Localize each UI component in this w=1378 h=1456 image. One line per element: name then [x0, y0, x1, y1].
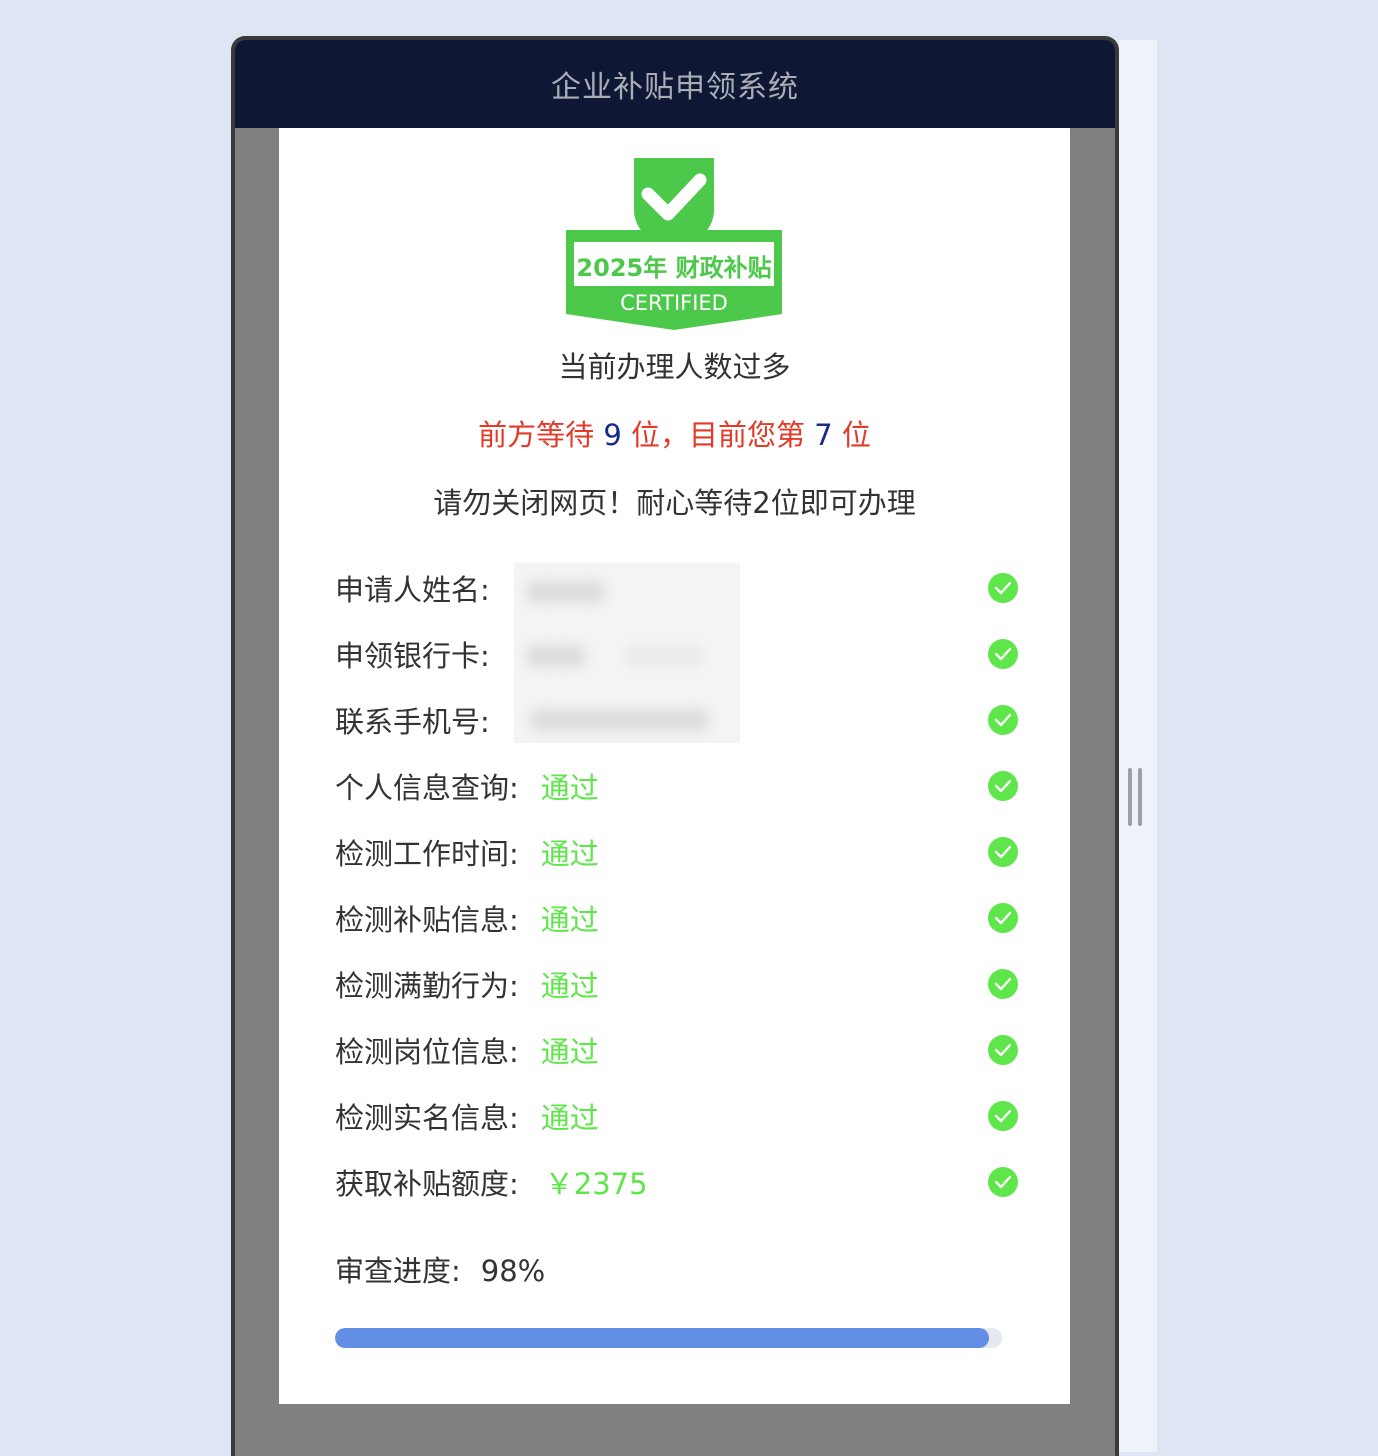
progress-label: 审查进度: 98%: [335, 1254, 546, 1288]
field-row: 联系手机号:: [335, 698, 1019, 742]
check-circle-icon: [988, 1167, 1018, 1197]
progress-percent: 98%: [480, 1254, 546, 1288]
field-row: 检测工作时间: 通过: [335, 830, 1019, 874]
app-title: 企业补贴申领系统: [235, 40, 1115, 128]
resize-handle[interactable]: [1128, 768, 1142, 826]
check-circle-icon: [988, 705, 1018, 735]
subsidy-amount: ￥2375: [544, 1167, 648, 1201]
status-card: 2025年 财政补贴 CERTIFIED 当前办理人数过多 前方等待 9 位，目…: [279, 128, 1070, 1404]
field-row: 检测满勤行为: 通过: [335, 962, 1019, 1006]
field-row: 申领银行卡:: [335, 632, 1019, 676]
check-circle-icon: [988, 1101, 1018, 1131]
field-row: 检测实名信息: 通过: [335, 1094, 1019, 1138]
side-rail: [1119, 40, 1157, 1452]
queue-info: 前方等待 9 位，目前您第 7 位: [478, 418, 871, 452]
field-row: 个人信息查询: 通过: [335, 764, 1019, 808]
check-circle-icon: [988, 1035, 1018, 1065]
badge-certified-text: CERTIFIED: [620, 291, 728, 315]
field-row: 申请人姓名:: [335, 566, 1019, 610]
check-circle-icon: [988, 573, 1018, 603]
progress-fill: [335, 1328, 989, 1348]
status-headline: 当前办理人数过多: [558, 350, 791, 384]
queue-position: 7: [814, 418, 833, 452]
queue-ahead-count: 9: [603, 418, 622, 452]
wait-notice: 请勿关闭网页！耐心等待2位即可办理: [433, 486, 916, 520]
field-row: 检测补贴信息: 通过: [335, 896, 1019, 940]
badge-year-text: 2025年 财政补贴: [576, 254, 772, 282]
field-row: 检测岗位信息: 通过: [335, 1028, 1019, 1072]
field-row: 获取补贴额度: ￥2375: [335, 1160, 1019, 1204]
check-circle-icon: [988, 903, 1018, 933]
check-circle-icon: [988, 837, 1018, 867]
check-circle-icon: [988, 969, 1018, 999]
check-circle-icon: [988, 639, 1018, 669]
progress-bar: [335, 1328, 1002, 1348]
check-circle-icon: [988, 771, 1018, 801]
